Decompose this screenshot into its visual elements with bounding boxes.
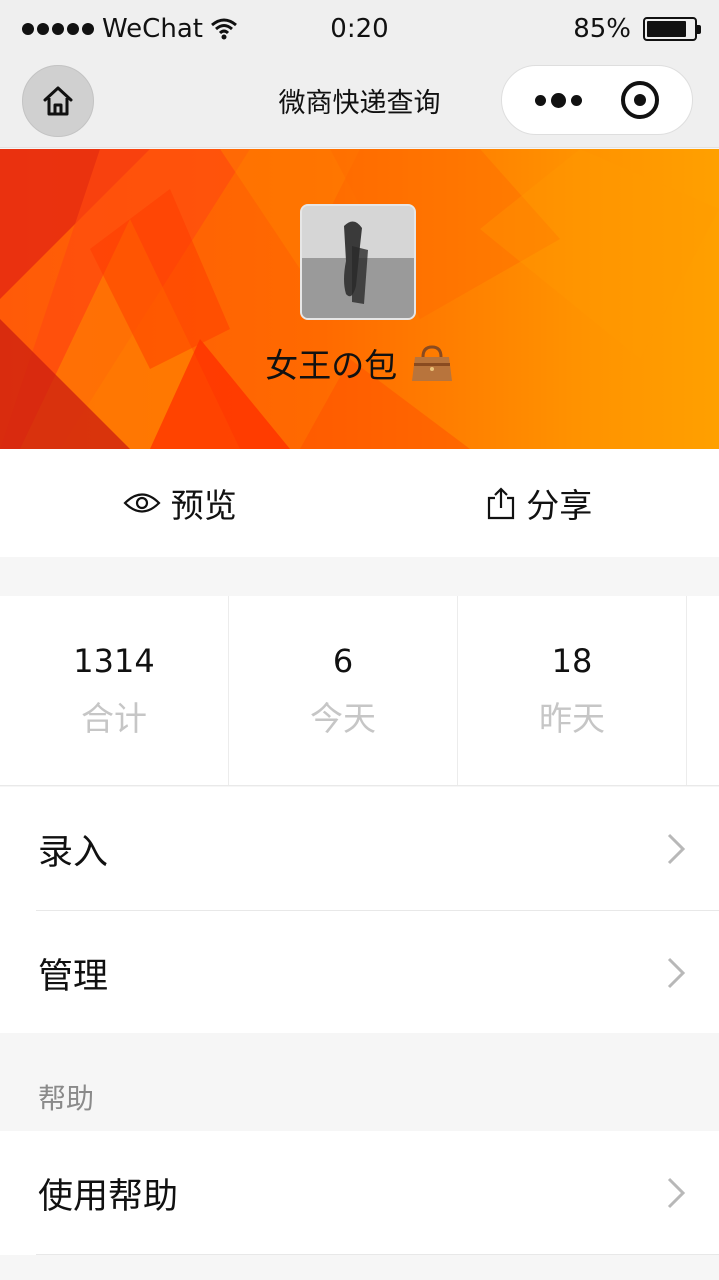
stat-total: 1314 合计 [0, 596, 229, 785]
capsule-menu [501, 65, 693, 135]
battery-icon [643, 17, 701, 41]
menu-item-label: 管理 [38, 956, 109, 997]
close-miniprogram-icon[interactable] [620, 81, 659, 119]
menu-item-usage-help[interactable]: 使用帮助 [0, 1131, 719, 1255]
shop-avatar[interactable] [300, 204, 416, 320]
chevron-right-icon [667, 833, 686, 865]
eye-icon [123, 493, 161, 513]
stat-value: 6 [332, 641, 354, 680]
avatar-photo [302, 206, 414, 318]
stat-value: 1314 [73, 641, 155, 680]
share-icon [488, 487, 515, 520]
menu-item-entry[interactable]: 录入 [0, 787, 719, 911]
status-left: WeChat [22, 14, 237, 44]
stat-label: 昨天 [539, 698, 605, 738]
stat-yesterday: 18 昨天 [458, 596, 687, 785]
more-options-icon[interactable] [535, 92, 583, 108]
help-section-header: 帮助 [0, 1033, 719, 1131]
chevron-right-icon [667, 1177, 686, 1209]
stats-panel: 1314 合计 6 今天 18 昨天 [0, 596, 719, 786]
menu-item-label: 使用帮助 [38, 1176, 179, 1217]
stat-value: 18 [551, 641, 593, 680]
signal-strength-icon [22, 23, 94, 35]
preview-label: 预览 [170, 486, 237, 525]
battery-percentage: 85% [573, 14, 631, 44]
profile-banner: 女王の包 [0, 149, 719, 449]
share-label: 分享 [526, 486, 593, 525]
share-button[interactable]: 分享 [360, 449, 719, 557]
menu-item-manage[interactable]: 管理 [0, 911, 719, 1035]
battery-fill [647, 21, 687, 37]
menu-item-label: 录入 [38, 832, 109, 873]
main-menu-list: 录入 管理 [0, 787, 719, 1035]
help-list: 使用帮助 [0, 1131, 719, 1255]
action-row: 预览 分享 [0, 449, 719, 557]
stat-label: 今天 [310, 698, 376, 738]
stat-today: 6 今天 [229, 596, 458, 785]
shop-name: 女王の包 [0, 339, 719, 387]
stat-label: 合计 [81, 698, 147, 738]
navigation-bar: 微商快递查询 [0, 58, 719, 148]
wifi-icon [210, 18, 237, 40]
preview-button[interactable]: 预览 [0, 449, 360, 557]
chevron-right-icon [667, 957, 686, 989]
shop-name-text: 女王の包 [265, 346, 398, 385]
status-bar: WeChat 0:20 85% [0, 0, 719, 58]
status-right: 85% [573, 14, 701, 44]
carrier-name: WeChat [102, 14, 203, 44]
handbag-icon [411, 345, 452, 381]
help-section-title: 帮助 [38, 1082, 95, 1115]
